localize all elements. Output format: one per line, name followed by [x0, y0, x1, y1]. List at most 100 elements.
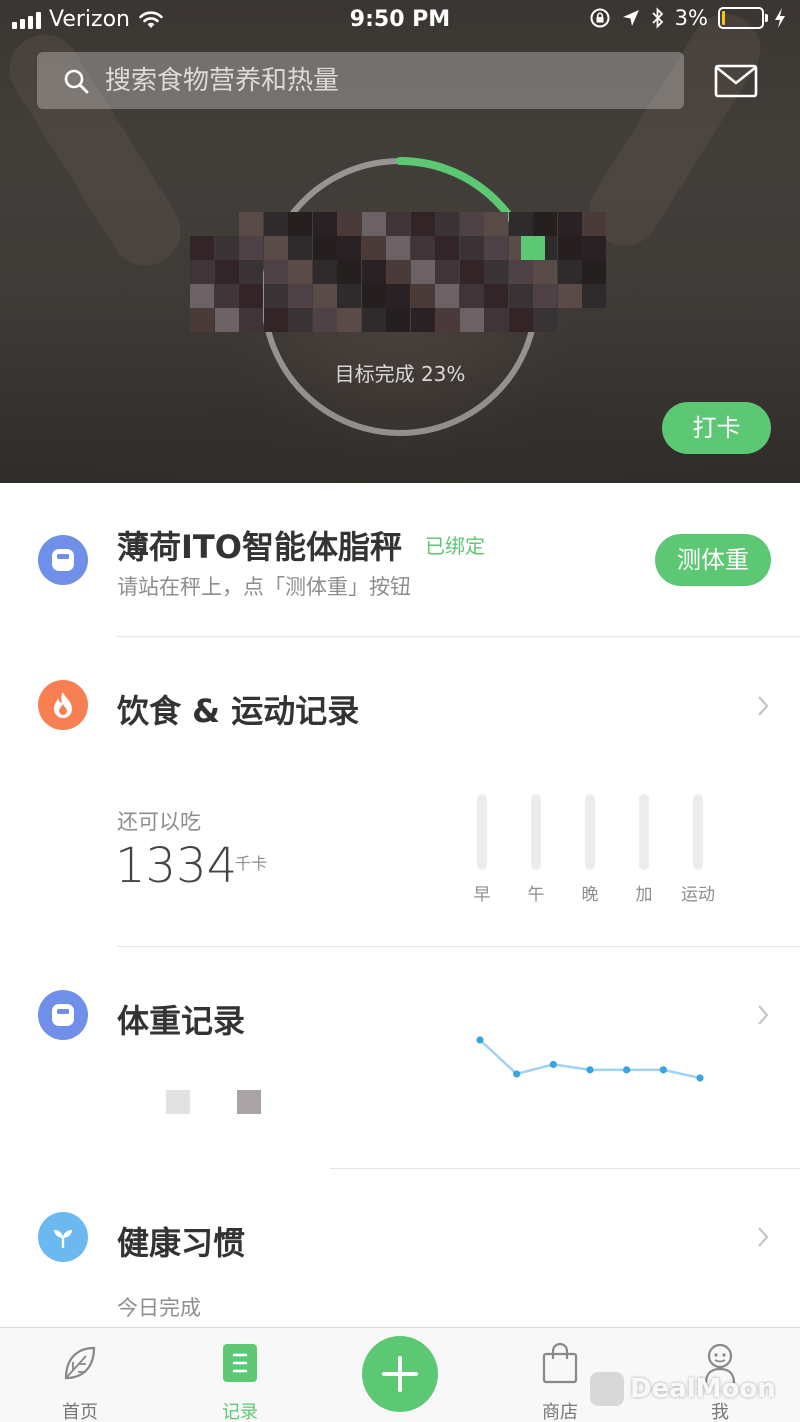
- dinner-bar: [585, 794, 595, 870]
- mosaic-tile: [459, 308, 484, 332]
- mosaic-tile: [337, 308, 361, 332]
- plus-icon: [382, 1356, 418, 1392]
- mosaic-tile: [312, 260, 337, 284]
- mosaic-tile: [582, 212, 606, 236]
- mosaic-tile: [557, 236, 582, 260]
- mosaic-tile: [459, 212, 484, 236]
- mosaic-tile: [214, 308, 239, 332]
- smart-scale-icon: [38, 990, 88, 1040]
- mosaic-tile: [386, 236, 410, 260]
- healthy-habits-title: 健康习惯: [117, 1224, 246, 1262]
- mosaic-tile: [582, 284, 606, 308]
- mosaic-tile: [508, 260, 533, 284]
- mail-icon[interactable]: [714, 64, 758, 98]
- mosaic-tile: [386, 284, 410, 308]
- search-input[interactable]: [105, 65, 625, 96]
- mosaic-tile: [239, 236, 263, 260]
- mosaic-tile: [337, 236, 361, 260]
- mosaic-tile: [410, 308, 435, 332]
- mosaic-tile: [533, 308, 557, 332]
- meal-label-exercise: 运动: [681, 885, 715, 905]
- mosaic-tile: [508, 284, 533, 308]
- mosaic-tile: [484, 284, 508, 308]
- chevron-right-icon: [758, 696, 769, 716]
- add-record-button[interactable]: [362, 1336, 438, 1412]
- mosaic-tile: [263, 212, 288, 236]
- weight-trend-point: [549, 1060, 557, 1069]
- mosaic-tile: [190, 236, 214, 260]
- mosaic-tile: [190, 260, 214, 284]
- mosaic-tile: [410, 284, 435, 308]
- smart-scale-title: 薄荷ITO智能体脂秤: [117, 528, 402, 566]
- scale-bound-status: 已绑定: [425, 534, 485, 558]
- mosaic-tile: [582, 236, 606, 260]
- meal-label-snack: 加: [635, 885, 653, 905]
- mosaic-tile: [410, 260, 435, 284]
- weight-trend-point: [586, 1066, 594, 1074]
- search-bar[interactable]: [37, 52, 684, 109]
- weight-record-title: 体重记录: [117, 1002, 246, 1040]
- mosaic-tile: [361, 212, 386, 236]
- mosaic-tile: [361, 308, 386, 332]
- today-completed-label: 今日完成: [117, 1296, 201, 1320]
- mosaic-tile: [459, 260, 484, 284]
- mosaic-tile: [557, 284, 582, 308]
- mosaic-tile: [214, 236, 239, 260]
- rotation-lock-icon: [590, 8, 610, 28]
- snack-bar: [639, 794, 649, 870]
- tab-home[interactable]: 首页: [30, 1328, 130, 1422]
- mosaic-tile: [410, 236, 435, 260]
- mosaic-tile: [508, 212, 533, 236]
- mosaic-tile: [263, 236, 288, 260]
- pixelated-weight-block: [237, 1090, 261, 1114]
- shopping-bag-icon: [542, 1342, 578, 1384]
- mosaic-tile: [288, 260, 312, 284]
- bluetooth-icon: [652, 7, 663, 29]
- weight-trend-point: [623, 1066, 631, 1074]
- charging-bolt-icon: [775, 8, 785, 28]
- measure-weight-button[interactable]: 测体重: [655, 534, 771, 586]
- meal-label-lunch: 午: [527, 885, 545, 905]
- mosaic-tile: [557, 212, 582, 236]
- mosaic-tile: [484, 308, 508, 332]
- tab-records[interactable]: 记录: [190, 1328, 290, 1422]
- tab-label-records: 记录: [222, 1402, 258, 1422]
- pixelated-weight-block: [166, 1090, 190, 1114]
- weight-trend-point: [659, 1066, 667, 1074]
- status-bar: Verizon 9:50 PM 3%: [0, 0, 800, 40]
- remaining-calories-value: 1334: [115, 838, 238, 894]
- mosaic-tile: [435, 212, 459, 236]
- leaf-icon: [64, 1346, 96, 1380]
- mosaic-tile: [484, 260, 508, 284]
- mosaic-tile: [533, 284, 557, 308]
- mosaic-tile: [484, 212, 508, 236]
- mosaic-tile: [214, 260, 239, 284]
- mosaic-tile: [508, 308, 533, 332]
- mosaic-tile: [435, 308, 459, 332]
- mosaic-tile: [288, 212, 312, 236]
- mosaic-tile: [337, 212, 361, 236]
- weight-trend-point: [476, 1036, 484, 1044]
- mosaic-tile: [435, 236, 459, 260]
- mosaic-tile: [312, 284, 337, 308]
- mosaic-tile: [410, 212, 435, 236]
- mosaic-tile: [557, 260, 582, 284]
- mosaic-tile: [361, 236, 386, 260]
- checkin-button[interactable]: 打卡: [662, 402, 771, 454]
- weight-trend-point: [513, 1070, 521, 1078]
- mosaic-tile: [484, 236, 508, 260]
- weight-trend-chart: [476, 1036, 704, 1082]
- smart-scale-icon: [38, 535, 88, 585]
- mosaic-tile: [435, 284, 459, 308]
- location-arrow-icon: [622, 10, 639, 26]
- dealmoon-logo-icon: [590, 1372, 624, 1406]
- watermark: DealMoon: [590, 1370, 776, 1408]
- battery-percentage: 3%: [674, 6, 708, 30]
- mosaic-tile: [263, 284, 288, 308]
- exercise-bar: [693, 794, 703, 870]
- mosaic-tile: [459, 284, 484, 308]
- pixelated-weight-value: [190, 212, 610, 332]
- mosaic-tile: [288, 284, 312, 308]
- mosaic-tile: [288, 308, 312, 332]
- mosaic-tile: [312, 236, 337, 260]
